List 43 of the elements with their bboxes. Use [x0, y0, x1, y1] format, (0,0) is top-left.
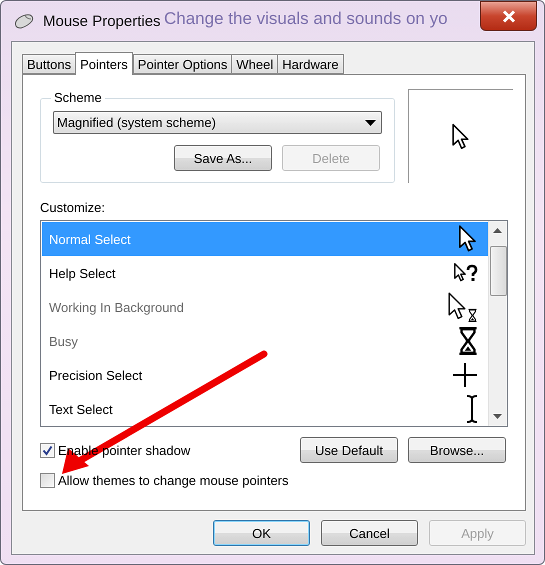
scroll-up-icon	[493, 228, 502, 233]
save-as-button[interactable]: Save As...	[174, 145, 272, 171]
ok-button[interactable]: OK	[213, 520, 310, 546]
tab[interactable]: Pointer Options	[132, 54, 232, 74]
dropdown-arrow-icon	[365, 120, 376, 126]
close-icon	[502, 10, 516, 22]
scheme-dropdown[interactable]: Magnified (system scheme)	[53, 111, 382, 134]
checkbox-label[interactable]: Allow themes to change mouse pointers	[40, 473, 300, 488]
scroll-down-icon	[493, 414, 502, 419]
arrow-cursor-icon	[452, 122, 470, 150]
tab[interactable]: Hardware	[277, 54, 344, 74]
checkbox[interactable]	[40, 442, 55, 458]
item-label: Text Select	[49, 402, 113, 416]
item-label: Normal Select	[49, 232, 131, 246]
text-cursor-icon	[466, 395, 478, 423]
tab[interactable]: Pointers	[75, 52, 133, 75]
tab[interactable]: Buttons	[22, 54, 76, 74]
window-title: Mouse Properties	[43, 12, 161, 30]
item-label: Help Select	[49, 266, 116, 280]
arrow-cursor-icon	[458, 225, 478, 253]
background-text: Change the visuals and sounds on yo	[164, 9, 448, 29]
help-cursor-icon	[454, 263, 478, 283]
busy-arrow-cursor-icon	[448, 292, 478, 322]
browse-button[interactable]: Browse...	[408, 437, 506, 463]
list-item[interactable]: Precision Select	[42, 358, 488, 392]
group-label: Scheme	[54, 90, 102, 105]
customize-label: Customize:	[40, 200, 106, 215]
item-label: Working In Background	[49, 300, 184, 314]
checkmark-icon	[42, 444, 53, 456]
list-item[interactable]: Help Select	[42, 256, 488, 290]
crosshair-icon	[452, 362, 478, 388]
scrollbar[interactable]	[488, 221, 507, 426]
mouse-icon	[13, 13, 35, 29]
cancel-button[interactable]: Cancel	[321, 520, 418, 546]
use-default-button[interactable]: Use Default	[300, 437, 398, 463]
list-item[interactable]: Text Select	[42, 392, 488, 426]
checkbox[interactable]	[40, 473, 55, 488]
tab[interactable]: Wheel	[231, 54, 278, 74]
scroll-thumb[interactable]	[490, 246, 507, 296]
item-label: Busy	[49, 334, 78, 348]
item-label: Precision Select	[49, 368, 142, 382]
close-button[interactable]	[480, 1, 537, 31]
hourglass-icon	[458, 327, 478, 355]
